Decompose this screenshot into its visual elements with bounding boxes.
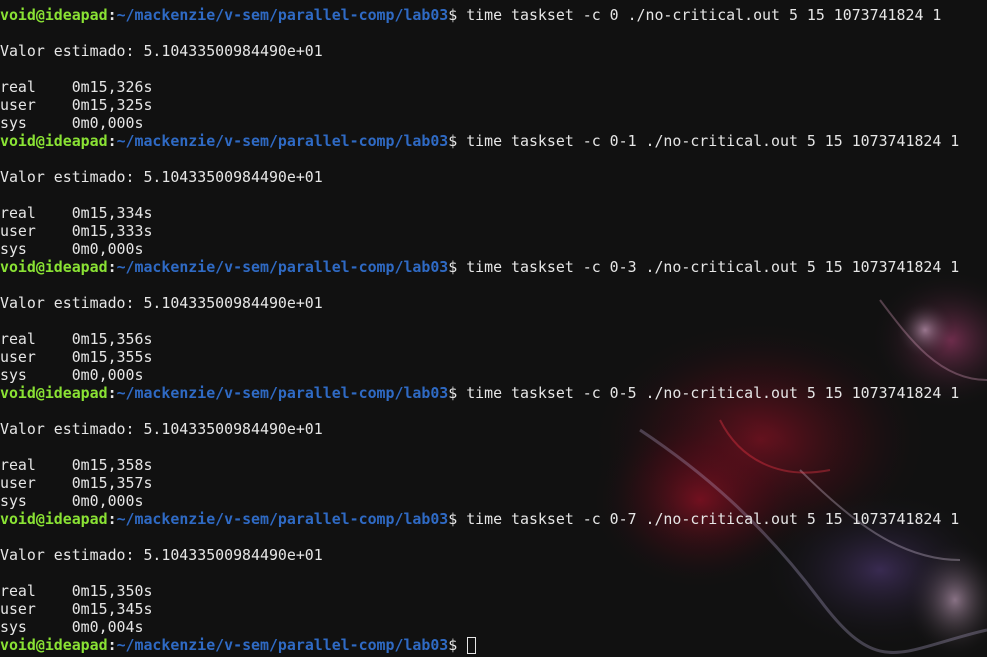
block-cursor-icon[interactable]: [467, 637, 477, 654]
command-text: time taskset -c 0-7 ./no-critical.out 5 …: [466, 510, 960, 528]
prompt-user-host: void@ideapad: [0, 6, 108, 24]
time-real: real 0m15,356s: [0, 330, 153, 348]
prompt-user-host: void@ideapad: [0, 132, 108, 150]
time-real: real 0m15,334s: [0, 204, 153, 222]
prompt-dollar: $: [448, 6, 467, 24]
prompt-colon: :: [107, 258, 117, 276]
program-output: Valor estimado: 5.10433500984490e+01: [0, 546, 323, 564]
command-line: void@ideapad:~/mackenzie/v-sem/parallel-…: [0, 384, 959, 402]
prompt-colon: :: [107, 510, 117, 528]
time-user: user 0m15,345s: [0, 600, 153, 618]
time-real: real 0m15,358s: [0, 456, 153, 474]
command-line: void@ideapad:~/mackenzie/v-sem/parallel-…: [0, 6, 959, 24]
time-sys: sys 0m0,000s: [0, 114, 144, 132]
prompt-dollar: $: [448, 258, 467, 276]
prompt-user-host: void@ideapad: [0, 636, 108, 654]
prompt-colon: :: [107, 6, 117, 24]
prompt-colon: :: [107, 636, 117, 654]
time-user: user 0m15,333s: [0, 222, 153, 240]
prompt-colon: :: [107, 132, 117, 150]
prompt-dollar: $: [448, 510, 467, 528]
prompt-path: ~/mackenzie/v-sem/parallel-comp/lab03: [116, 636, 449, 654]
command-line: void@ideapad:~/mackenzie/v-sem/parallel-…: [0, 258, 959, 276]
program-output: Valor estimado: 5.10433500984490e+01: [0, 168, 323, 186]
prompt-path: ~/mackenzie/v-sem/parallel-comp/lab03: [116, 258, 449, 276]
time-real: real 0m15,350s: [0, 582, 153, 600]
program-output: Valor estimado: 5.10433500984490e+01: [0, 420, 323, 438]
command-line: void@ideapad:~/mackenzie/v-sem/parallel-…: [0, 132, 959, 150]
prompt-path: ~/mackenzie/v-sem/parallel-comp/lab03: [116, 510, 449, 528]
prompt-dollar: $: [448, 384, 467, 402]
time-user: user 0m15,357s: [0, 474, 153, 492]
prompt-user-host: void@ideapad: [0, 510, 108, 528]
time-real: real 0m15,326s: [0, 78, 153, 96]
time-user: user 0m15,355s: [0, 348, 153, 366]
prompt-path: ~/mackenzie/v-sem/parallel-comp/lab03: [116, 132, 449, 150]
command-text: time taskset -c 0 ./no-critical.out 5 15…: [466, 6, 942, 24]
current-prompt-line: void@ideapad:~/mackenzie/v-sem/parallel-…: [0, 636, 959, 654]
program-output: Valor estimado: 5.10433500984490e+01: [0, 294, 323, 312]
prompt-user-host: void@ideapad: [0, 258, 108, 276]
terminal-output: void@ideapad:~/mackenzie/v-sem/parallel-…: [0, 6, 959, 654]
prompt-dollar: $: [448, 132, 467, 150]
time-sys: sys 0m0,000s: [0, 366, 144, 384]
command-text: time taskset -c 0-1 ./no-critical.out 5 …: [466, 132, 960, 150]
command-text: time taskset -c 0-5 ./no-critical.out 5 …: [466, 384, 960, 402]
time-sys: sys 0m0,000s: [0, 492, 144, 510]
command-line: void@ideapad:~/mackenzie/v-sem/parallel-…: [0, 510, 959, 528]
prompt-colon: :: [107, 384, 117, 402]
prompt-user-host: void@ideapad: [0, 384, 108, 402]
prompt-path: ~/mackenzie/v-sem/parallel-comp/lab03: [116, 384, 449, 402]
prompt-dollar: $: [448, 636, 467, 654]
command-text: time taskset -c 0-3 ./no-critical.out 5 …: [466, 258, 960, 276]
time-sys: sys 0m0,004s: [0, 618, 144, 636]
time-user: user 0m15,325s: [0, 96, 153, 114]
program-output: Valor estimado: 5.10433500984490e+01: [0, 42, 323, 60]
terminal-window[interactable]: void@ideapad:~/mackenzie/v-sem/parallel-…: [0, 0, 987, 657]
prompt-path: ~/mackenzie/v-sem/parallel-comp/lab03: [116, 6, 449, 24]
time-sys: sys 0m0,000s: [0, 240, 144, 258]
